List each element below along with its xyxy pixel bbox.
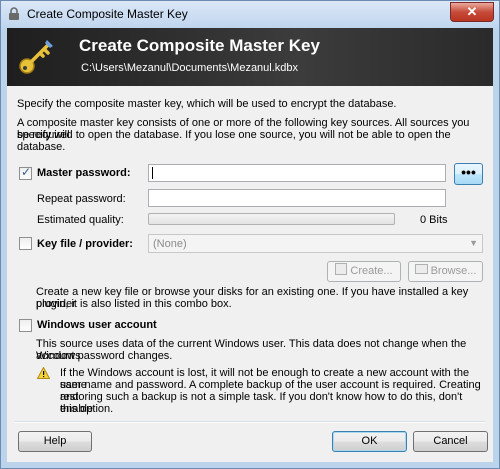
estimated-quality-label: Estimated quality: — [37, 214, 124, 226]
warning-icon — [37, 367, 50, 379]
intro-text-2b: be required to open the database. If you… — [17, 129, 451, 153]
warning-text-d: this option. — [60, 403, 114, 415]
new-file-icon — [335, 263, 348, 275]
check-mark-icon: ✓ — [21, 165, 32, 179]
create-key-file-button[interactable]: Create... — [327, 261, 401, 282]
windows-account-label: Windows user account — [37, 319, 157, 331]
dialog-body: Specify the composite master key, which … — [7, 86, 493, 462]
close-button[interactable]: ✕ — [450, 2, 494, 22]
database-path: C:\Users\Mezanul\Documents\Mezanul.kdbx — [81, 62, 299, 74]
header-banner: Create Composite Master Key C:\Users\Mez… — [7, 28, 493, 86]
title-bar[interactable]: Create Composite Master Key ✕ — [1, 1, 499, 28]
help-button[interactable]: Help — [18, 431, 92, 452]
intro-text-1: Specify the composite master key, which … — [17, 98, 397, 110]
repeat-password-label: Repeat password: — [37, 193, 126, 205]
cancel-button[interactable]: Cancel — [413, 431, 488, 452]
create-label: Create... — [350, 265, 393, 277]
windows-account-checkbox[interactable] — [19, 319, 32, 332]
ok-button[interactable]: OK — [332, 431, 407, 452]
banner-title: Create Composite Master Key — [79, 36, 320, 55]
folder-icon — [414, 264, 428, 274]
key-file-checkbox[interactable] — [19, 237, 32, 250]
key-icon — [19, 40, 53, 74]
browse-label: Browse... — [430, 265, 477, 277]
windows-account-desc-b: account password changes. — [36, 350, 173, 362]
lock-icon — [9, 7, 19, 20]
key-provider-select[interactable]: (None) ▼ — [148, 234, 483, 253]
repeat-password-field[interactable] — [148, 189, 446, 207]
text-caret — [152, 167, 153, 179]
window-title: Create Composite Master Key — [27, 7, 188, 21]
master-password-field[interactable] — [148, 164, 446, 182]
key-file-label: Key file / provider: — [37, 238, 133, 250]
warning-text-c: restoring such a backup is not a simple … — [60, 391, 463, 415]
chevron-down-icon: ▼ — [469, 238, 478, 248]
browse-key-file-button[interactable]: Browse... — [408, 261, 483, 282]
divider — [15, 421, 485, 423]
show-password-button[interactable]: ••• — [454, 163, 483, 185]
dialog-window: Create Composite Master Key ✕ Create Com… — [0, 0, 500, 469]
key-file-help-b: plugin, it is also listed in this combo … — [36, 298, 232, 310]
master-password-label: Master password: — [37, 167, 131, 179]
quality-progress-bar — [148, 213, 395, 225]
quality-value: 0 Bits — [420, 214, 448, 226]
master-password-checkbox[interactable]: ✓ — [19, 165, 32, 180]
key-provider-selected: (None) — [153, 238, 187, 250]
